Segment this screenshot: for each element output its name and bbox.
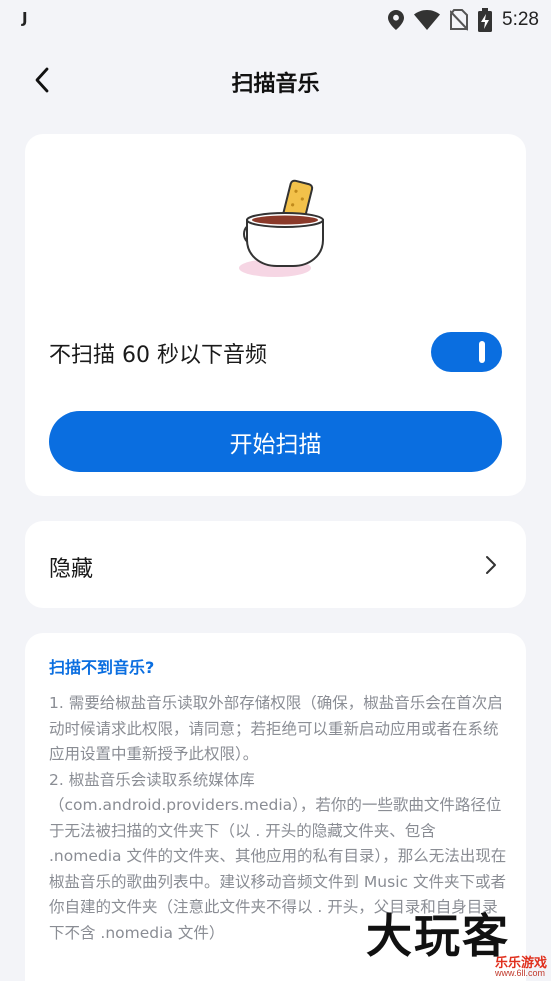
help-paragraph-1: 1. 需要给椒盐音乐读取外部存储权限（确保，椒盐音乐会在首次启动时候请求此权限，… — [49, 694, 503, 763]
status-time: 5:28 — [502, 9, 539, 30]
start-scan-button[interactable]: 开始扫描 — [49, 411, 502, 472]
skip-short-audio-toggle[interactable] — [431, 332, 502, 372]
toggle-knob — [479, 341, 485, 363]
help-paragraph-2: 2. 椒盐音乐会读取系统媒体库（com.android.providers.me… — [49, 770, 507, 942]
no-sim-icon — [450, 9, 469, 31]
help-title: 扫描不到音乐? — [49, 658, 155, 677]
location-icon — [388, 10, 405, 30]
wifi-icon — [414, 10, 441, 30]
skip-short-audio-label: 不扫描 60 秒以下音频 — [49, 343, 267, 368]
scan-settings-card: 不扫描 60 秒以下音频 开始扫描 — [25, 134, 526, 496]
hidden-label: 隐藏 — [49, 557, 94, 582]
page-title: 扫描音乐 — [231, 72, 320, 97]
status-app-glyph: J — [22, 9, 28, 27]
coffee-cup-illustration — [215, 176, 335, 286]
status-bar: J 5:28 — [0, 0, 551, 40]
scan-help-card: 扫描不到音乐? 1. 需要给椒盐音乐读取外部存储权限（确保，椒盐音乐会在首次启动… — [25, 633, 526, 981]
chevron-right-icon — [486, 556, 496, 574]
hidden-folders-row[interactable]: 隐藏 — [25, 521, 526, 608]
help-body: 1. 需要给椒盐音乐读取外部存储权限（确保，椒盐音乐会在首次启动时候请求此权限，… — [49, 691, 511, 946]
app-header: 扫描音乐 — [0, 52, 551, 108]
status-icons: 5:28 — [388, 6, 539, 34]
battery-charging-icon — [478, 8, 493, 32]
